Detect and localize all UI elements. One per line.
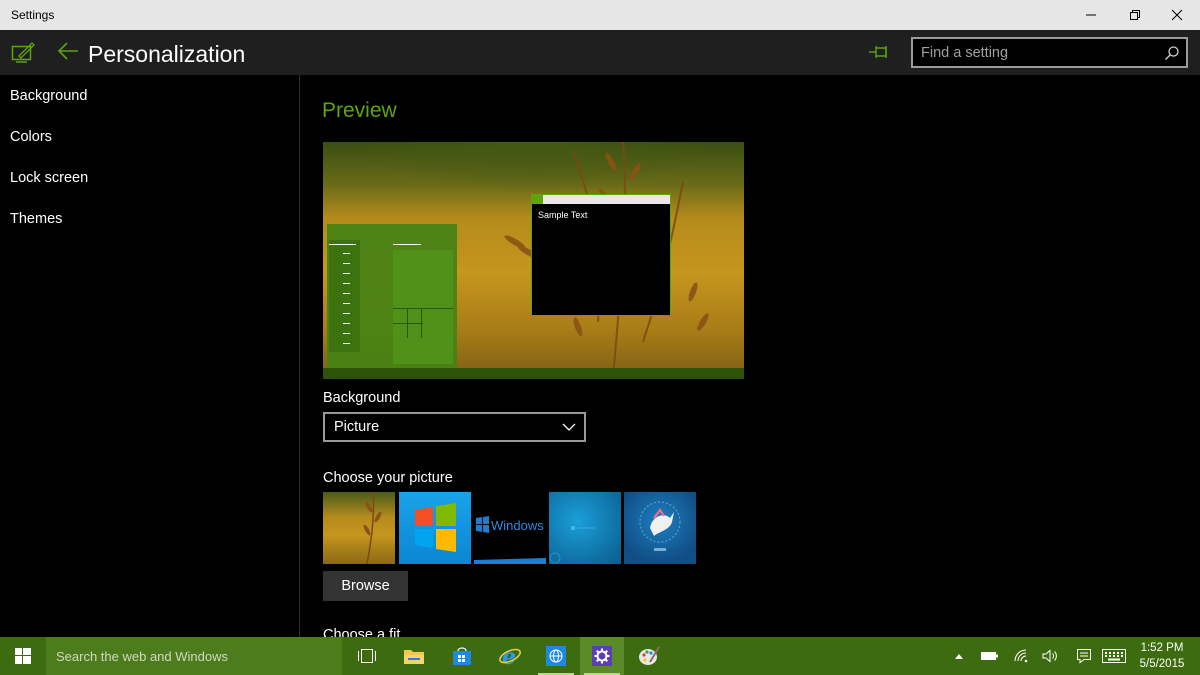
gear-icon [592,646,612,666]
wifi-indicator[interactable] [1010,637,1034,675]
find-setting-input[interactable]: Find a setting [911,37,1188,68]
wheat-thumbnail-image [363,492,382,564]
choose-picture-label: Choose your picture [323,470,453,486]
sidebar-item-colors[interactable]: Colors [10,129,52,145]
personalization-icon [11,42,35,63]
windows-logo-icon [15,648,31,664]
task-view-icon [358,649,376,663]
taskbar: Search the web and Windows e 1:52 PM 5/5… [0,637,1200,675]
chevron-down-icon [562,423,576,431]
internet-explorer-button[interactable]: e [488,637,532,675]
preview-tiles [393,250,453,364]
back-arrow-icon[interactable] [56,40,80,62]
preview-app-list [329,240,360,352]
store-icon [453,647,471,665]
background-type-value: Picture [334,419,380,435]
minimize-button[interactable] [1068,0,1114,30]
main-content: Preview Sample Text Background Picture C… [301,75,1200,637]
windows-color-logo-icon [415,503,456,552]
pin-to-start-icon[interactable] [868,43,890,61]
unicorn-image [639,501,681,551]
keyboard-icon [1102,649,1126,663]
preview-window: Sample Text [531,194,671,316]
svg-text:e: e [502,645,516,667]
start-button[interactable] [0,637,46,675]
file-explorer-button[interactable] [392,637,436,675]
settings-app-button[interactable] [580,637,624,675]
blue-glow-image [549,526,595,564]
thumbnail-windows-logo[interactable] [399,492,471,564]
globe-icon [546,646,566,666]
thumbnail-windows-blue-glow[interactable] [549,492,621,564]
search-placeholder: Find a setting [921,45,1009,61]
windows-wordmark-text: Windows [491,518,544,533]
store-button[interactable] [440,637,484,675]
close-button[interactable] [1154,0,1200,30]
taskbar-search-placeholder: Search the web and Windows [56,649,228,664]
volume-icon [1042,649,1057,663]
paint-palette-icon [639,646,660,665]
battery-indicator[interactable] [978,637,1002,675]
background-type-dropdown[interactable]: Picture [323,412,586,442]
sidebar-item-lock-screen[interactable]: Lock screen [10,170,88,186]
folder-icon [404,650,424,664]
close-icon [1171,9,1183,21]
battery-icon [981,652,998,660]
notification-icon [1077,649,1091,664]
choose-fit-label: Choose a fit [323,627,401,637]
search-icon[interactable] [1164,45,1180,61]
preview-window-titlebar [532,195,670,204]
preview-start-menu [327,224,457,368]
preview-sample-text: Sample Text [538,210,588,220]
restore-button[interactable] [1112,0,1158,30]
touch-keyboard-button[interactable] [1100,637,1128,675]
sidebar-item-background[interactable]: Background [10,88,87,104]
minimize-icon [1086,14,1096,16]
volume-indicator[interactable] [1038,637,1062,675]
window-title: Settings [11,8,55,22]
restore-icon [1130,10,1140,20]
title-bar: Settings [0,0,1200,30]
paint-app-button[interactable] [627,637,671,675]
desktop-preview: Sample Text [323,142,744,379]
background-label: Background [323,390,401,406]
clock[interactable]: 1:52 PM 5/5/2015 [1130,640,1194,672]
taskbar-search-box[interactable]: Search the web and Windows [46,637,342,675]
task-view-button[interactable] [345,637,389,675]
internet-explorer-icon: e [499,645,521,667]
wifi-icon [1014,649,1028,663]
caret-up-icon [955,654,963,659]
browser-app-button[interactable] [534,637,578,675]
sidebar: Background Colors Lock screen Themes [0,75,300,637]
preview-heading: Preview [322,99,397,122]
page-title: Personalization [88,41,246,67]
action-center-button[interactable] [1072,637,1096,675]
show-hidden-icons-button[interactable] [950,637,968,675]
thumbnail-windows-unicorn[interactable] [624,492,696,564]
clock-date: 5/5/2015 [1139,658,1185,670]
thumbnail-windows-wordmark[interactable]: Windows [474,492,546,564]
clock-time: 1:52 PM [1140,642,1184,654]
settings-header: Personalization Find a setting [0,30,1200,75]
preview-taskbar [323,368,744,379]
sidebar-item-themes[interactable]: Themes [10,211,62,227]
thumbnail-wheat-field[interactable] [323,492,395,564]
browse-button[interactable]: Browse [323,571,408,601]
